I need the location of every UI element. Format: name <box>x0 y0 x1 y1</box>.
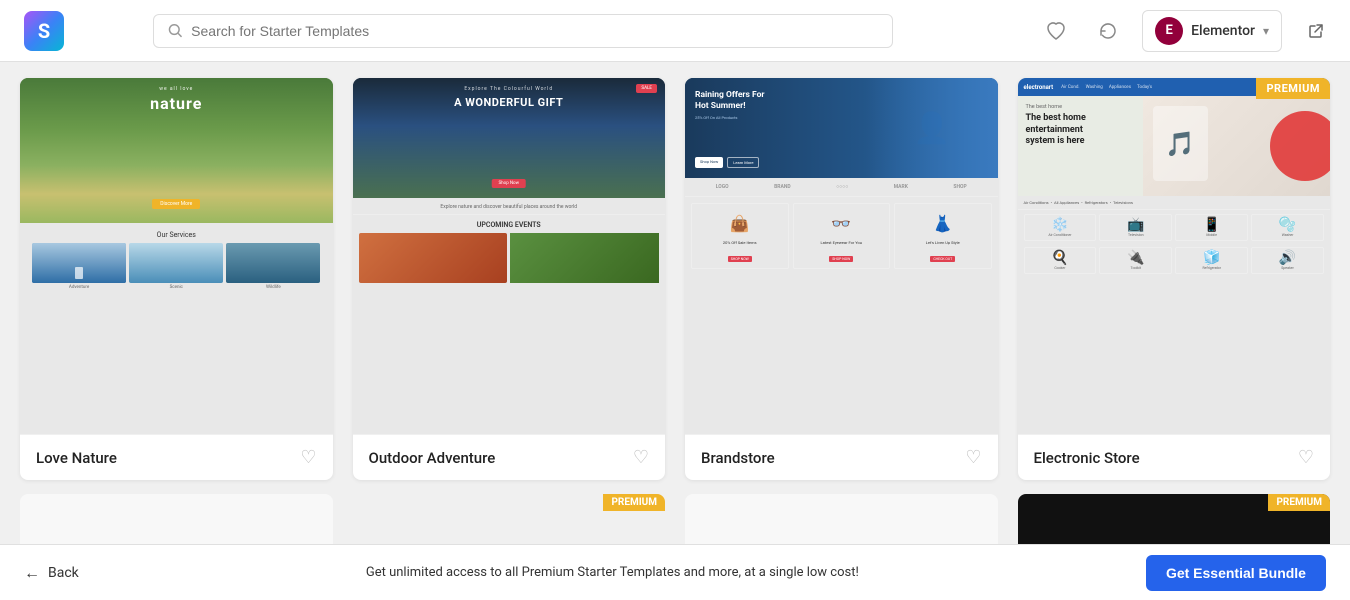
outdoor-adventure-title: Outdoor Adventure <box>369 449 496 467</box>
top-bar-right: E Elementor ▾ <box>1038 10 1334 52</box>
love-nature-preview: we all love nature Discover More Our Ser… <box>20 78 333 434</box>
brandstore-title: Brandstore <box>701 449 775 467</box>
partial-card-4[interactable]: PREMIUM <box>1018 494 1331 544</box>
back-label: Back <box>48 565 79 581</box>
partial-premium-badge-2: PREMIUM <box>603 494 665 511</box>
love-nature-title: Love Nature <box>36 449 117 467</box>
external-link-button[interactable] <box>1298 13 1334 49</box>
brand-product-3: 👗 Let's Liven Up Style CHECK OUT <box>894 203 992 269</box>
partial-card-1[interactable] <box>20 494 333 544</box>
template-card-outdoor-adventure[interactable]: Explore The Colourful World A WONDERFUL … <box>353 78 666 480</box>
brandstore-favorite[interactable]: ♡ <box>965 447 981 468</box>
top-bar: S E Elementor ▾ <box>0 0 1350 62</box>
outdoor-adventure-footer: Outdoor Adventure ♡ <box>353 434 666 480</box>
love-nature-favorite[interactable]: ♡ <box>300 447 316 468</box>
svg-text:S: S <box>38 19 50 43</box>
brand-product-1-title: 20% Off Sale Items <box>696 240 784 245</box>
services-title: Our Services <box>26 231 327 239</box>
elementor-icon: E <box>1155 17 1183 45</box>
favorites-button[interactable] <box>1038 13 1074 49</box>
main-content: we all love nature Discover More Our Ser… <box>0 62 1350 544</box>
elec-categories: Air Conditions • All Appliances • Refrig… <box>1018 196 1331 210</box>
svc-cap-2: Scenic <box>129 285 223 290</box>
elec-product-2: 📺 Television <box>1099 214 1172 241</box>
elec-nav-links: Air Cond. Washing Appliances Today's <box>1061 85 1152 90</box>
brand-product-1-btn: SHOP NOW <box>728 256 752 262</box>
brand-product-3-btn: CHECK OUT <box>930 256 955 262</box>
search-icon <box>168 23 183 39</box>
partial-premium-badge-4: PREMIUM <box>1268 494 1330 511</box>
promo-text: Get unlimited access to all Premium Star… <box>366 565 859 580</box>
partial-card-2[interactable]: PREMIUM <box>353 494 666 544</box>
electronic-store-preview: electronart Air Cond. Washing Appliances… <box>1018 78 1331 434</box>
elec-product-1: ❄️ Air Conditioner <box>1024 214 1097 241</box>
brandstore-footer: Brandstore ♡ <box>685 434 998 480</box>
svc-cap-1: Adventure <box>32 285 126 290</box>
heart-icon <box>1045 20 1067 42</box>
electronic-store-title: Electronic Store <box>1034 449 1140 467</box>
elec-product-3: 📱 Mobile <box>1175 214 1248 241</box>
outdoor-adventure-preview: Explore The Colourful World A WONDERFUL … <box>353 78 666 434</box>
elec-products-grid: ❄️ Air Conditioner 📺 Television 📱 Mobile… <box>1018 210 1331 245</box>
search-bar[interactable] <box>153 14 893 48</box>
brand-product-2-title: Latest Eyewear For You <box>798 240 886 245</box>
refresh-button[interactable] <box>1090 13 1126 49</box>
brand-product-2-btn: SHOP NOW <box>829 256 853 262</box>
elec-product-7: 🧊 Refrigerator <box>1175 247 1248 274</box>
premium-badge: PREMIUM <box>1256 78 1330 99</box>
elec-product-4: 🫧 Washer <box>1251 214 1324 241</box>
back-arrow-icon: ← <box>24 563 40 583</box>
elec-product-6: 🔌 Toolkit <box>1099 247 1172 274</box>
elec-product-8: 🔊 Speaker <box>1251 247 1324 274</box>
logo[interactable]: S <box>16 3 72 59</box>
brandstore-preview: Raining Offers ForHot Summer! 25% Off On… <box>685 78 998 434</box>
refresh-icon <box>1097 20 1119 42</box>
outdoor-events-title: UPCOMING EVENTS <box>359 221 660 229</box>
chevron-down-icon: ▾ <box>1263 24 1269 38</box>
elec-products-grid-2: 🍳 Cooker 🔌 Toolkit 🧊 Refrigerator 🔊 Spea… <box>1018 243 1331 278</box>
brand-logo-4: MARK <box>894 184 908 190</box>
bottom-bar: ← Back Get unlimited access to all Premi… <box>0 544 1350 600</box>
love-nature-footer: Love Nature ♡ <box>20 434 333 480</box>
svc-cap-3: Wildlife <box>226 285 320 290</box>
partial-card-3[interactable] <box>685 494 998 544</box>
brand-product-2: 👓 Latest Eyewear For You SHOP NOW <box>793 203 891 269</box>
template-card-love-nature[interactable]: we all love nature Discover More Our Ser… <box>20 78 333 480</box>
template-card-brandstore[interactable]: Raining Offers ForHot Summer! 25% Off On… <box>685 78 998 480</box>
external-link-icon <box>1307 22 1325 40</box>
get-essential-bundle-button[interactable]: Get Essential Bundle <box>1146 555 1326 591</box>
brand-logo-2: BRAND <box>774 184 791 190</box>
brand-product-1: 👜 20% Off Sale Items SHOP NOW <box>691 203 789 269</box>
outdoor-adventure-favorite[interactable]: ♡ <box>633 447 649 468</box>
brand-product-3-title: Let's Liven Up Style <box>899 240 987 245</box>
elementor-selector[interactable]: E Elementor ▾ <box>1142 10 1282 52</box>
electronic-store-favorite[interactable]: ♡ <box>1298 447 1314 468</box>
template-grid: we all love nature Discover More Our Ser… <box>20 78 1330 480</box>
back-button[interactable]: ← Back <box>24 563 79 583</box>
elec-product-5: 🍳 Cooker <box>1024 247 1097 274</box>
brand-logo-1: LOGO <box>716 184 729 190</box>
outdoor-tagline: Explore nature and discover beautiful pl… <box>353 198 666 215</box>
brand-logo-5: SHOP <box>953 184 966 190</box>
brand-logos-row: LOGO BRAND ○○○○ MARK SHOP <box>685 178 998 197</box>
electronic-store-footer: Electronic Store ♡ <box>1018 434 1331 480</box>
elementor-label: Elementor <box>1191 23 1255 39</box>
elec-nav-logo: electronart <box>1024 84 1054 91</box>
template-card-electronic-store[interactable]: PREMIUM electronart Air Cond. Washing Ap… <box>1018 78 1331 480</box>
brand-logo-3: ○○○○ <box>836 184 848 190</box>
search-input[interactable] <box>191 23 878 39</box>
